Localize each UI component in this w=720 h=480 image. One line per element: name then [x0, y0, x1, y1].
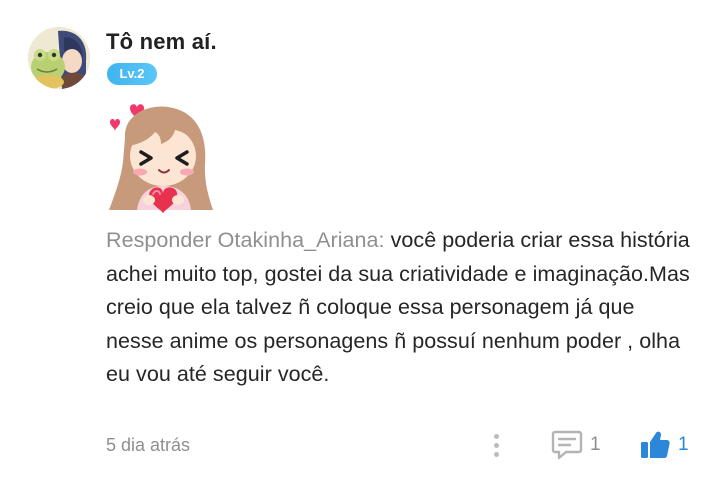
like-button[interactable]: 1	[638, 428, 698, 462]
likes-count: 1	[678, 434, 689, 455]
anime-girl-sticker-icon	[109, 104, 213, 214]
user-avatar[interactable]	[28, 27, 90, 89]
more-options-button[interactable]	[487, 430, 507, 462]
reply-button[interactable]: 1	[550, 428, 610, 462]
reply-prefix[interactable]: Responder Otakinha_Ariana:	[106, 228, 385, 252]
comment-text: Responder Otakinha_Ariana: você poderia …	[106, 224, 696, 392]
level-badge: Lv.2	[107, 63, 157, 85]
sticker-image	[103, 98, 218, 214]
more-dot-icon	[494, 452, 499, 457]
thumbs-up-icon	[641, 431, 670, 458]
comment-bubble-icon	[551, 430, 583, 460]
more-dot-icon	[494, 434, 499, 439]
timestamp: 5 dia atrás	[106, 435, 191, 455]
more-dot-icon	[494, 443, 499, 448]
comments-count: 1	[590, 434, 601, 455]
avatar-image	[28, 27, 90, 89]
comment-card: Tô nem aí. Lv.2 Responder Otakinha_Arian…	[0, 0, 720, 480]
author-name[interactable]: Tô nem aí.	[106, 29, 217, 55]
